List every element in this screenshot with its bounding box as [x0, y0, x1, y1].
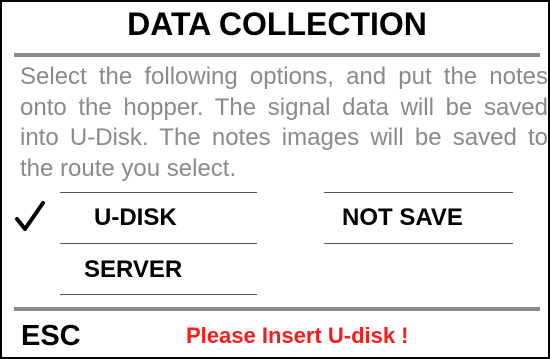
- option-server[interactable]: SERVER: [84, 256, 182, 284]
- footer-divider: [14, 307, 540, 311]
- option-divider: [60, 243, 257, 244]
- option-udisk[interactable]: U-DISK: [94, 204, 177, 232]
- insert-udisk-warning: Please Insert U-disk!: [186, 323, 408, 349]
- screen-frame: DATA COLLECTION Select the following opt…: [0, 0, 550, 359]
- page-title: DATA COLLECTION: [127, 6, 427, 42]
- esc-button[interactable]: ESC: [21, 320, 81, 353]
- option-not-save[interactable]: NOT SAVE: [342, 204, 463, 232]
- option-divider: [324, 243, 513, 244]
- option-divider: [60, 192, 257, 193]
- instructions-text: Select the following options, and put th…: [20, 63, 548, 182]
- option-divider: [60, 294, 257, 295]
- checkmark-icon: [15, 201, 45, 231]
- title-divider: [14, 53, 540, 57]
- option-divider: [324, 192, 513, 193]
- warning-mark: !: [401, 323, 409, 348]
- warning-text: Please Insert U-disk: [186, 323, 396, 348]
